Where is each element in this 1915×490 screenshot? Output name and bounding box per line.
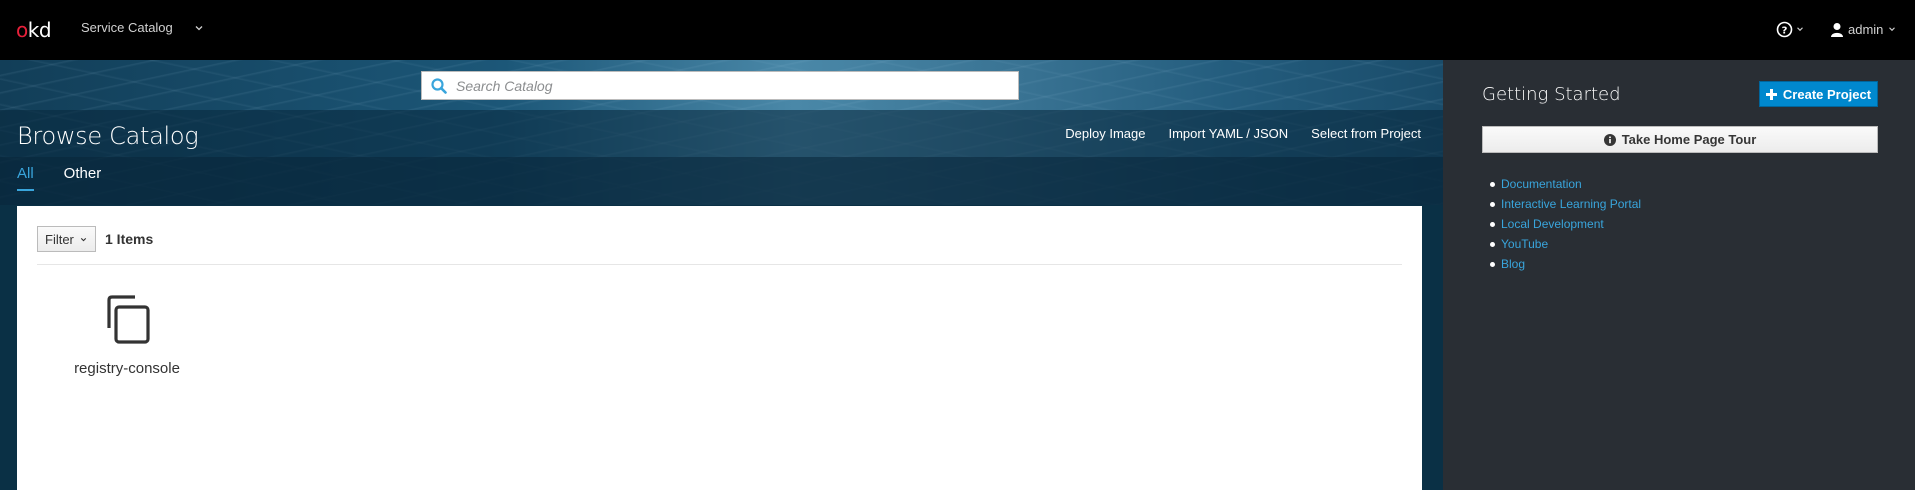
youtube-link[interactable]: YouTube: [1501, 237, 1548, 251]
local-development-link[interactable]: Local Development: [1501, 217, 1604, 231]
documentation-link[interactable]: Documentation: [1501, 177, 1582, 191]
catalog-panel: Filter 1 Items registry-console: [17, 206, 1422, 490]
catalog-actions: Deploy Image Import YAML / JSON Select f…: [1065, 126, 1421, 141]
import-yaml-link[interactable]: Import YAML / JSON: [1168, 126, 1288, 141]
plus-icon: [1765, 88, 1777, 100]
tab-all[interactable]: All: [17, 165, 34, 191]
filter-label: Filter: [45, 231, 74, 247]
masthead: okd Service Catalog ? admin: [0, 0, 1915, 60]
list-item: Interactive Learning Portal: [1489, 194, 1641, 214]
create-project-label: Create Project: [1782, 86, 1872, 102]
user-icon: [1831, 22, 1843, 37]
items-count: 1 Items: [105, 231, 154, 247]
chevron-down-icon[interactable]: [193, 22, 205, 34]
context-selector-label[interactable]: Service Catalog: [81, 20, 173, 35]
svg-text:?: ?: [1782, 25, 1788, 36]
tour-label: Take Home Page Tour: [1621, 132, 1757, 147]
list-item: Documentation: [1489, 174, 1641, 194]
page-title: Browse Catalog: [17, 122, 199, 150]
hero-tab-band: [0, 157, 1443, 205]
user-name: admin: [1848, 21, 1884, 37]
catalog-tabs: All Other: [17, 165, 101, 191]
learning-portal-link[interactable]: Interactive Learning Portal: [1501, 197, 1641, 211]
getting-started-links: Documentation Interactive Learning Porta…: [1489, 174, 1641, 274]
copy-icon: [107, 295, 150, 344]
list-item: Blog: [1489, 254, 1641, 274]
main-content: Browse Catalog Deploy Image Import YAML …: [0, 60, 1443, 490]
list-item: YouTube: [1489, 234, 1641, 254]
help-icon: ?: [1776, 21, 1793, 37]
chevron-down-icon: [1889, 27, 1896, 32]
catalog-item-label: registry-console: [74, 360, 180, 377]
catalog-item-registry-console[interactable]: registry-console: [67, 294, 187, 377]
sidebar-title: Getting Started: [1482, 84, 1621, 105]
search-box: [421, 71, 1019, 100]
search-icon: [422, 72, 456, 99]
home-page-tour-button[interactable]: Take Home Page Tour: [1482, 126, 1878, 153]
create-project-button[interactable]: Create Project: [1759, 81, 1878, 107]
chevron-down-icon: [1797, 27, 1803, 32]
deploy-image-link[interactable]: Deploy Image: [1065, 126, 1145, 141]
chevron-down-icon: [80, 237, 87, 241]
info-icon: [1603, 133, 1616, 146]
divider: [37, 264, 1402, 265]
getting-started-sidebar: Getting Started Create Project Take Home…: [1443, 60, 1915, 490]
list-item: Local Development: [1489, 214, 1641, 234]
okd-logo[interactable]: okd: [16, 18, 52, 42]
filter-button[interactable]: Filter: [37, 226, 96, 252]
help-menu[interactable]: ?: [1776, 19, 1806, 39]
select-from-project-link[interactable]: Select from Project: [1311, 126, 1421, 141]
tab-other[interactable]: Other: [64, 165, 102, 191]
user-menu[interactable]: admin: [1830, 19, 1897, 39]
search-input[interactable]: [456, 73, 996, 98]
blog-link[interactable]: Blog: [1501, 257, 1525, 271]
